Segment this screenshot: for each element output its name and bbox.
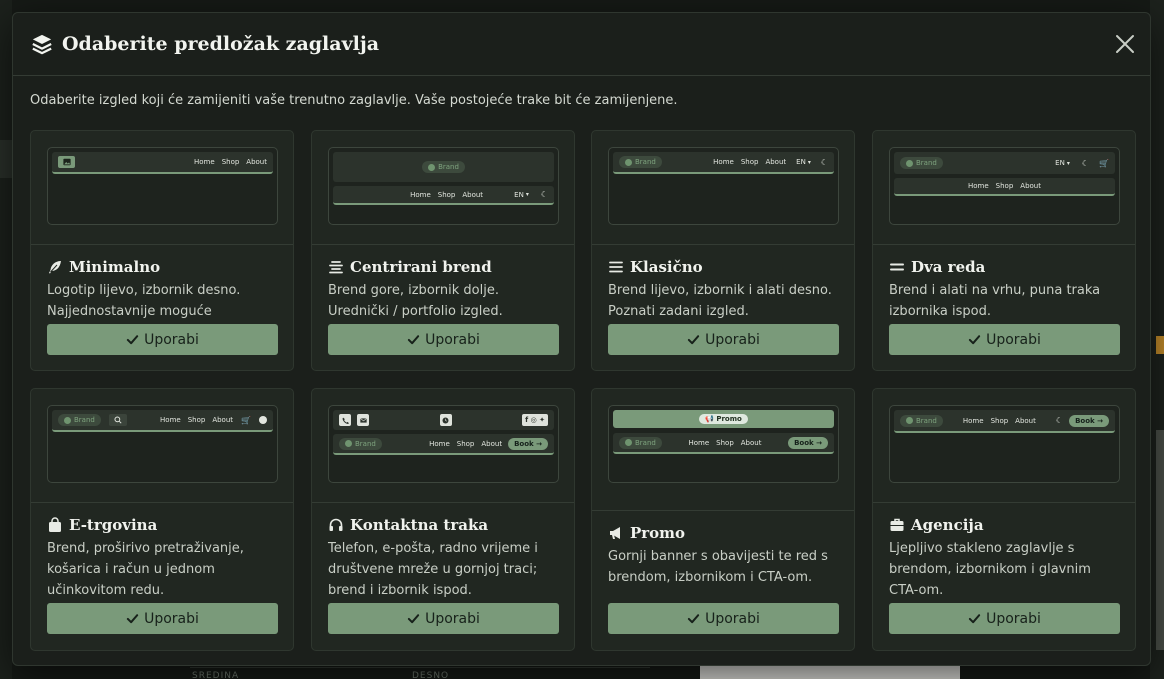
template-preview: Brand EN ▾ ☾ 🛒 Home Shop About: [889, 147, 1120, 225]
bullhorn-icon: [610, 527, 620, 539]
moon-icon: ☾: [1081, 158, 1090, 168]
use-button-label: Uporabi: [986, 331, 1041, 348]
check-icon: [407, 614, 420, 624]
use-button-label: Uporabi: [144, 331, 199, 348]
template-preview-area: 📢 Promo Brand Home Shop About Book →: [592, 389, 854, 511]
template-title: Klasično: [630, 258, 703, 276]
moon-icon: ☾: [820, 157, 828, 167]
check-icon: [968, 614, 981, 624]
template-preview: Home Shop About: [47, 147, 278, 225]
use-button-label: Uporabi: [986, 610, 1041, 627]
template-preview-area: Brand Home Shop About 🛒: [31, 389, 293, 503]
template-card-centered-brand: Brand Home Shop About EN ▾ ☾ Centrirani bre…: [311, 130, 575, 371]
template-title: Dva reda: [911, 258, 986, 276]
template-description: Brend gore, izbornik dolje. Urednički / …: [328, 283, 503, 319]
template-description: Ljepljivo stakleno zaglavlje s brendom, …: [889, 541, 1091, 598]
template-preview: f ◎ ✦ Brand Home Shop About Book →: [328, 405, 559, 483]
template-preview: Brand Home Shop About 🛒: [47, 405, 278, 483]
check-icon: [687, 335, 700, 345]
promo-banner: 📢 Promo: [613, 410, 834, 428]
backdrop-header-right: DESNO: [412, 671, 450, 679]
use-template-button[interactable]: Uporabi: [47, 324, 278, 355]
align-center-icon: [329, 261, 343, 274]
template-description: Brend, proširivo pretraživanje, košarica…: [47, 541, 244, 598]
use-button-label: Uporabi: [144, 610, 199, 627]
template-preview-area: Brand Home Shop About ☾ Book →: [873, 389, 1135, 503]
template-preview-area: Brand Home Shop About EN ▾ ☾: [312, 131, 574, 245]
moon-icon: ☾: [1055, 416, 1064, 425]
modal-title: Odaberite predložak zaglavlja: [62, 33, 380, 55]
use-template-button[interactable]: Uporabi: [608, 603, 839, 634]
image-icon: [58, 156, 75, 168]
equals-icon: [890, 263, 904, 271]
template-title: Centrirani brend: [350, 258, 492, 276]
template-title: Minimalno: [69, 258, 161, 276]
template-preview: Brand Home Shop About ☾ Book →: [889, 405, 1120, 483]
social-icons: f ◎ ✦: [522, 414, 548, 426]
template-preview: Brand Home Shop About EN ▾ ☾: [608, 147, 839, 225]
template-preview: Brand Home Shop About EN ▾ ☾: [328, 147, 559, 225]
backdrop-image: [700, 664, 960, 679]
template-description: Gornji banner s obavijesti te red s bren…: [608, 549, 828, 585]
template-description: Brend i alati na vrhu, puna traka izborn…: [889, 283, 1101, 319]
phone-icon: [339, 414, 351, 426]
headset-icon: [329, 518, 343, 531]
template-title: E-trgovina: [69, 516, 158, 534]
template-description: Telefon, e-pošta, radno vrijeme i društv…: [328, 541, 538, 598]
template-title: Promo: [630, 524, 686, 542]
template-preview-area: f ◎ ✦ Brand Home Shop About Book →: [312, 389, 574, 503]
use-template-button[interactable]: Uporabi: [608, 324, 839, 355]
use-template-button[interactable]: Uporabi: [47, 603, 278, 634]
shopping-bag-icon: [49, 517, 61, 532]
moon-icon: ☾: [540, 190, 548, 199]
template-preview-area: Home Shop About: [31, 131, 293, 245]
use-button-label: Uporabi: [705, 610, 760, 627]
template-card-ecommerce: Brand Home Shop About 🛒 E-trgovina Brend…: [30, 388, 294, 651]
backdrop-column-headers: SREDINA DESNO: [190, 667, 650, 679]
clock-icon: [439, 414, 452, 426]
use-template-button[interactable]: Uporabi: [889, 324, 1120, 355]
use-button-label: Uporabi: [425, 610, 480, 627]
check-icon: [687, 614, 700, 624]
cart-icon: 🛒: [241, 415, 251, 425]
check-icon: [968, 335, 981, 345]
backdrop-right-panel: [1150, 0, 1164, 679]
check-icon: [126, 614, 139, 624]
modal-header: Odaberite predložak zaglavlja: [13, 13, 1150, 76]
template-preview-area: Brand Home Shop About EN ▾ ☾: [592, 131, 854, 245]
use-button-label: Uporabi: [425, 331, 480, 348]
close-icon[interactable]: [1114, 33, 1136, 55]
backdrop-left-panel: [0, 0, 12, 679]
template-description: Brend lijevo, izbornik i alati desno. Po…: [608, 283, 832, 319]
bars-icon: [609, 261, 623, 273]
check-icon: [407, 335, 420, 345]
use-button-label: Uporabi: [705, 331, 760, 348]
template-card-minimal: Home Shop About Minimalno Logotip lijevo, …: [30, 130, 294, 371]
modal-intro: Odaberite izgled koji će zamijeniti vaše…: [30, 93, 678, 108]
search-icon: [108, 414, 127, 426]
backdrop-left-highlight: [0, 140, 12, 178]
layers-icon: [32, 34, 52, 55]
template-card-agency: Brand Home Shop About ☾ Book → Agencija Lj…: [872, 388, 1136, 651]
backdrop-header-middle: SREDINA: [192, 671, 240, 679]
template-preview-area: Brand EN ▾ ☾ 🛒 Home Shop About: [873, 131, 1135, 245]
template-card-contact-bar: f ◎ ✦ Brand Home Shop About Book → Kontakt…: [311, 388, 575, 651]
use-template-button[interactable]: Uporabi: [889, 603, 1120, 634]
briefcase-icon: [890, 518, 904, 531]
template-card-classic: Brand Home Shop About EN ▾ ☾ Klasično Brend…: [591, 130, 855, 371]
user-icon: [259, 416, 267, 424]
header-template-modal: Odaberite predložak zaglavlja Odaberite …: [12, 12, 1151, 666]
template-card-two-rows: Brand EN▾ ☾ 🛒 HomeShopAbout Dva reda: [872, 130, 1136, 371]
template-title: Agencija: [911, 516, 984, 534]
use-template-button[interactable]: Uporabi: [328, 603, 559, 634]
check-icon: [126, 335, 139, 345]
template-title: Kontaktna traka: [350, 516, 489, 534]
template-preview: 📢 Promo Brand Home Shop About Book →: [608, 405, 839, 483]
cart-icon: 🛒: [1099, 158, 1109, 168]
feather-icon: [49, 261, 61, 274]
use-template-button[interactable]: Uporabi: [328, 324, 559, 355]
mail-icon: [357, 414, 369, 426]
template-card-promo: 📢 Promo Brand Home Shop About Book → Promo: [591, 388, 855, 651]
